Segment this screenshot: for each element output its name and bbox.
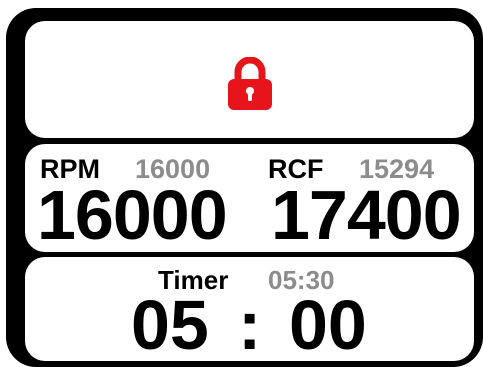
lock-icon[interactable] — [225, 57, 275, 111]
timer-minutes: 05 — [131, 286, 209, 361]
device-frame: RPM 16000 16000 RCF 15294 17400 Timer 05… — [6, 8, 483, 367]
rcf-actual-value: 17400 — [271, 176, 462, 252]
timer-separator: : — [238, 286, 262, 361]
timer-panel: Timer 05:30 05 : 00 — [25, 257, 474, 361]
lock-panel[interactable] — [25, 21, 474, 138]
speed-panel: RPM 16000 16000 RCF 15294 17400 — [25, 144, 474, 252]
timer-seconds: 00 — [289, 286, 367, 361]
rpm-actual-value: 16000 — [37, 176, 228, 252]
